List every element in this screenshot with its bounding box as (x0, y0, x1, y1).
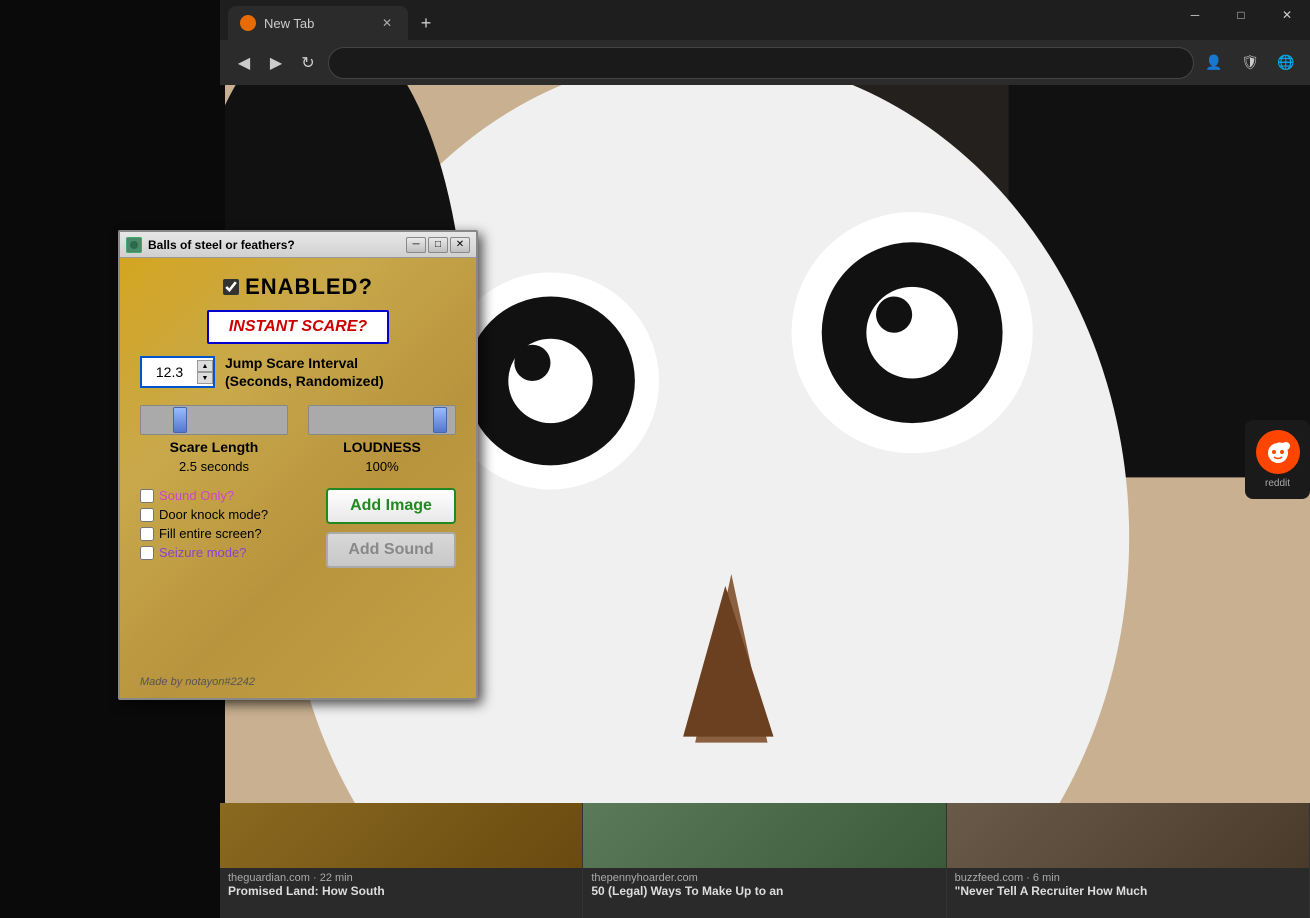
news-title-2: 50 (Legal) Ways To Make Up to an (591, 884, 937, 898)
made-by: Made by notayon#2242 (140, 672, 255, 690)
bottom-row: Sound Only? Door knock mode? Fill entire… (140, 488, 456, 568)
app-titlebar: Balls of steel or feathers? ─ □ ✕ (120, 232, 476, 258)
browser-actions: 👤 🛡 🌐 (1200, 49, 1300, 77)
browser-chrome: ─ □ ✕ New Tab ✕ + ◀ ▶ ↻ 👤 🛡 🌐 (220, 0, 1310, 85)
news-thumb-3 (947, 803, 1309, 868)
loudness-thumb[interactable] (433, 407, 447, 433)
browser-close-button[interactable]: ✕ (1264, 0, 1310, 30)
news-content-2: thepennyhoarder.com 50 (Legal) Ways To M… (583, 868, 945, 902)
interval-spinners: ▲ ▼ (197, 360, 213, 384)
interval-down-button[interactable]: ▼ (197, 372, 213, 384)
sound-only-label: Sound Only? (159, 488, 234, 503)
seizure-mode-checkbox[interactable] (140, 546, 154, 560)
app-close-button[interactable]: ✕ (450, 237, 470, 253)
scare-length-group: Scare Length 2.5 seconds (140, 405, 288, 474)
minimize-button[interactable]: ─ (1172, 0, 1218, 30)
seizure-mode-row: Seizure mode? (140, 545, 268, 560)
shield-button[interactable]: 🛡 (1236, 49, 1264, 77)
interval-row: ▲ ▼ Jump Scare Interval (Seconds, Random… (140, 354, 456, 390)
add-image-button[interactable]: Add Image (326, 488, 456, 524)
app-minimize-button[interactable]: ─ (406, 237, 426, 253)
loudness-group: LOUDNESS 100% (308, 405, 456, 474)
interval-up-button[interactable]: ▲ (197, 360, 213, 372)
action-buttons: Add Image Add Sound (326, 488, 456, 568)
news-title-1: Promised Land: How South (228, 884, 574, 898)
news-cards: theguardian.com · 22 min Promised Land: … (220, 803, 1310, 918)
interval-input-wrap: ▲ ▼ (140, 356, 215, 388)
reddit-label: reddit (1265, 478, 1290, 489)
reload-button[interactable]: ↻ (294, 49, 322, 77)
app-body: ENABLED? INSTANT SCARE? ▲ ▼ Jump Scare I… (120, 258, 476, 698)
globe-icon-button[interactable]: 🌐 (1272, 49, 1300, 77)
news-card-1[interactable]: theguardian.com · 22 min Promised Land: … (220, 803, 583, 918)
made-by-text: Made by notayon#2242 (140, 676, 255, 688)
enabled-checkbox[interactable] (223, 279, 239, 295)
app-win-controls: ─ □ ✕ (406, 237, 470, 253)
news-source-2: thepennyhoarder.com (591, 872, 937, 884)
enabled-label: ENABLED? (245, 274, 373, 300)
fill-screen-row: Fill entire screen? (140, 526, 268, 541)
app-title-icon (126, 237, 142, 253)
app-title-text: Balls of steel or feathers? (148, 238, 400, 252)
reddit-icon[interactable] (1256, 430, 1300, 474)
news-card-3[interactable]: buzzfeed.com · 6 min "Never Tell A Recru… (947, 803, 1310, 918)
reddit-panel: reddit (1245, 420, 1310, 499)
news-title-3: "Never Tell A Recruiter How Much (955, 884, 1301, 898)
interval-input[interactable] (142, 358, 197, 386)
interval-label-wrap: Jump Scare Interval (Seconds, Randomized… (225, 354, 384, 390)
news-card-2[interactable]: thepennyhoarder.com 50 (Legal) Ways To M… (583, 803, 946, 918)
scare-length-thumb[interactable] (173, 407, 187, 433)
tab-bar: New Tab ✕ + (220, 0, 1310, 40)
tab-favicon (240, 15, 256, 31)
scare-length-value: 2.5 seconds (179, 459, 249, 474)
scare-length-track[interactable] (140, 405, 288, 435)
sound-only-row: Sound Only? (140, 488, 268, 503)
loudness-value: 100% (365, 459, 398, 474)
news-content-3: buzzfeed.com · 6 min "Never Tell A Recru… (947, 868, 1309, 902)
news-source-1: theguardian.com · 22 min (228, 872, 574, 884)
scare-length-label: Scare Length (170, 439, 259, 455)
news-content-1: theguardian.com · 22 min Promised Land: … (220, 868, 582, 902)
enabled-row: ENABLED? (140, 274, 456, 300)
nav-icons: ◀ ▶ ↻ (230, 49, 322, 77)
new-tab[interactable]: New Tab ✕ (228, 6, 408, 40)
address-bar[interactable] (328, 47, 1194, 79)
forward-button[interactable]: ▶ (262, 49, 290, 77)
news-thumb-1 (220, 803, 582, 868)
sound-only-checkbox[interactable] (140, 489, 154, 503)
instant-scare-button[interactable]: INSTANT SCARE? (207, 310, 389, 344)
interval-label-line2: (Seconds, Randomized) (225, 372, 384, 390)
loudness-track[interactable] (308, 405, 456, 435)
maximize-button[interactable]: □ (1218, 0, 1264, 30)
fill-screen-checkbox[interactable] (140, 527, 154, 541)
app-window: Balls of steel or feathers? ─ □ ✕ ENABLE… (118, 230, 478, 700)
checkboxes-col: Sound Only? Door knock mode? Fill entire… (140, 488, 268, 560)
sliders-row: Scare Length 2.5 seconds LOUDNESS 100% (140, 405, 456, 474)
door-knock-row: Door knock mode? (140, 507, 268, 522)
tab-close-button[interactable]: ✕ (378, 14, 396, 32)
seizure-mode-label: Seizure mode? (159, 545, 246, 560)
profile-button[interactable]: 👤 (1200, 49, 1228, 77)
interval-label-line1: Jump Scare Interval (225, 354, 384, 372)
loudness-label: LOUDNESS (343, 439, 421, 455)
door-knock-label: Door knock mode? (159, 507, 268, 522)
new-tab-button[interactable]: + (412, 9, 440, 37)
app-maximize-button[interactable]: □ (428, 237, 448, 253)
news-thumb-2 (583, 803, 945, 868)
add-sound-button[interactable]: Add Sound (326, 532, 456, 568)
door-knock-checkbox[interactable] (140, 508, 154, 522)
fill-screen-label: Fill entire screen? (159, 526, 262, 541)
back-button[interactable]: ◀ (230, 49, 258, 77)
news-source-3: buzzfeed.com · 6 min (955, 872, 1301, 884)
window-controls: ─ □ ✕ (1172, 0, 1310, 30)
tab-label: New Tab (264, 16, 314, 31)
nav-bar: ◀ ▶ ↻ 👤 🛡 🌐 (220, 40, 1310, 85)
